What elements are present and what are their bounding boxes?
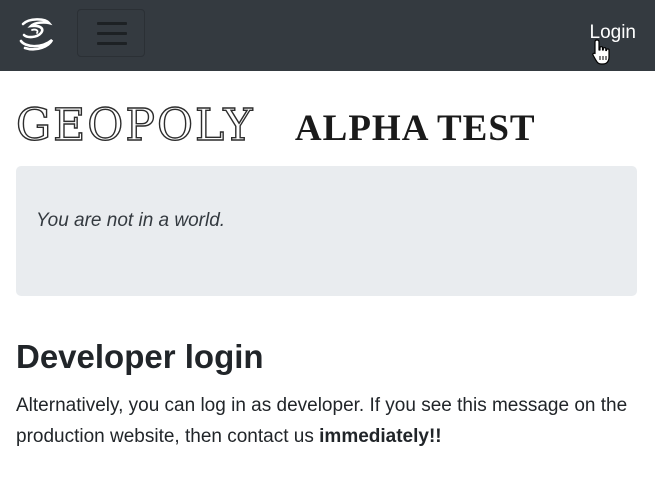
brand-title: GEOPOLY xyxy=(15,99,255,151)
geopoly-logo-icon[interactable] xyxy=(15,14,57,54)
developer-login-text: Alternatively, you can log in as develop… xyxy=(16,390,641,452)
alpha-test-label: ALPHA TEST xyxy=(294,108,536,149)
developer-login-emphasis: immediately!! xyxy=(319,426,442,447)
hamburger-menu-icon xyxy=(97,22,127,25)
world-status-panel: You are not in a world. xyxy=(16,166,637,296)
world-status-message: You are not in a world. xyxy=(36,210,226,231)
developer-login-heading: Developer login xyxy=(16,338,264,375)
top-navbar: Login xyxy=(0,0,655,71)
hand-pointer-cursor-icon xyxy=(592,39,610,65)
menu-toggle-button[interactable] xyxy=(77,9,145,57)
page-heading: GEOPOLY ALPHA TEST xyxy=(15,99,536,151)
